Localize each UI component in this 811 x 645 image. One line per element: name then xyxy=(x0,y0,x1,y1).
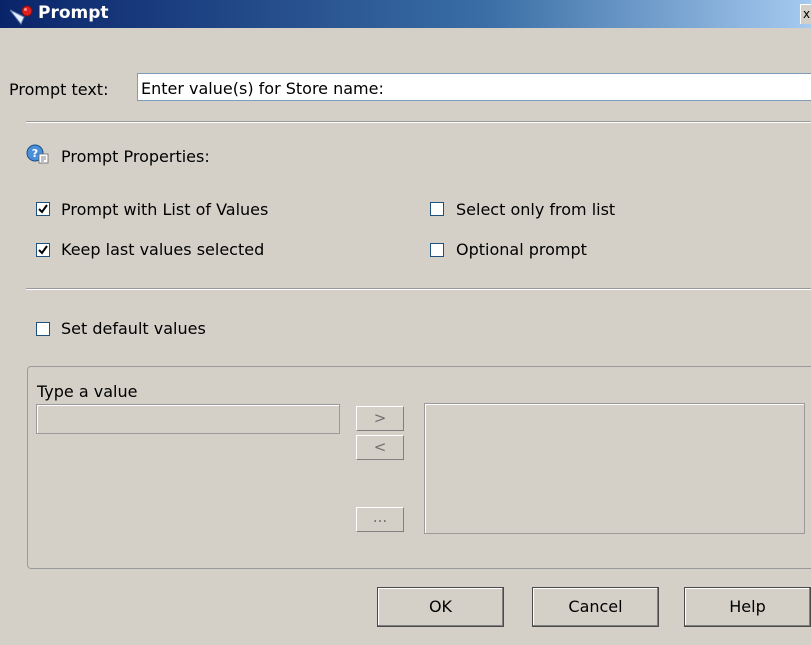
set-default-values-label[interactable]: Set default values xyxy=(61,319,206,338)
svg-text:?: ? xyxy=(32,147,38,160)
ok-button[interactable]: OK xyxy=(377,587,504,627)
default-values-list[interactable] xyxy=(424,403,805,534)
prompt-text-input[interactable] xyxy=(137,73,811,101)
prompt-app-icon xyxy=(9,5,34,25)
check-mark-icon xyxy=(38,204,48,214)
type-a-value-label: Type a value xyxy=(37,382,138,401)
keep-last-values-checkbox[interactable] xyxy=(36,243,50,257)
title-bar xyxy=(0,0,811,28)
browse-values-button[interactable]: ... xyxy=(356,507,404,532)
close-button[interactable]: x xyxy=(800,4,811,24)
check-mark-icon xyxy=(38,245,48,255)
separator xyxy=(26,121,811,123)
remove-value-button[interactable]: < xyxy=(356,435,404,460)
prompt-with-list-checkbox[interactable] xyxy=(36,202,50,216)
type-a-value-input[interactable] xyxy=(36,404,340,434)
keep-last-values-label[interactable]: Keep last values selected xyxy=(61,240,264,259)
prompt-properties-icon: ? xyxy=(26,144,50,164)
set-default-values-checkbox[interactable] xyxy=(36,322,50,336)
separator xyxy=(26,288,811,290)
prompt-text-label: Prompt text: xyxy=(9,80,109,99)
help-button[interactable]: Help xyxy=(684,587,811,627)
cancel-button[interactable]: Cancel xyxy=(532,587,659,627)
select-only-from-list-label[interactable]: Select only from list xyxy=(456,200,615,219)
prompt-with-list-label[interactable]: Prompt with List of Values xyxy=(61,200,268,219)
optional-prompt-label[interactable]: Optional prompt xyxy=(456,240,587,259)
select-only-from-list-checkbox[interactable] xyxy=(430,202,444,216)
prompt-properties-heading: Prompt Properties: xyxy=(61,147,210,166)
add-value-button[interactable]: > xyxy=(356,406,404,431)
optional-prompt-checkbox[interactable] xyxy=(430,243,444,257)
window-title: Prompt xyxy=(38,3,109,23)
